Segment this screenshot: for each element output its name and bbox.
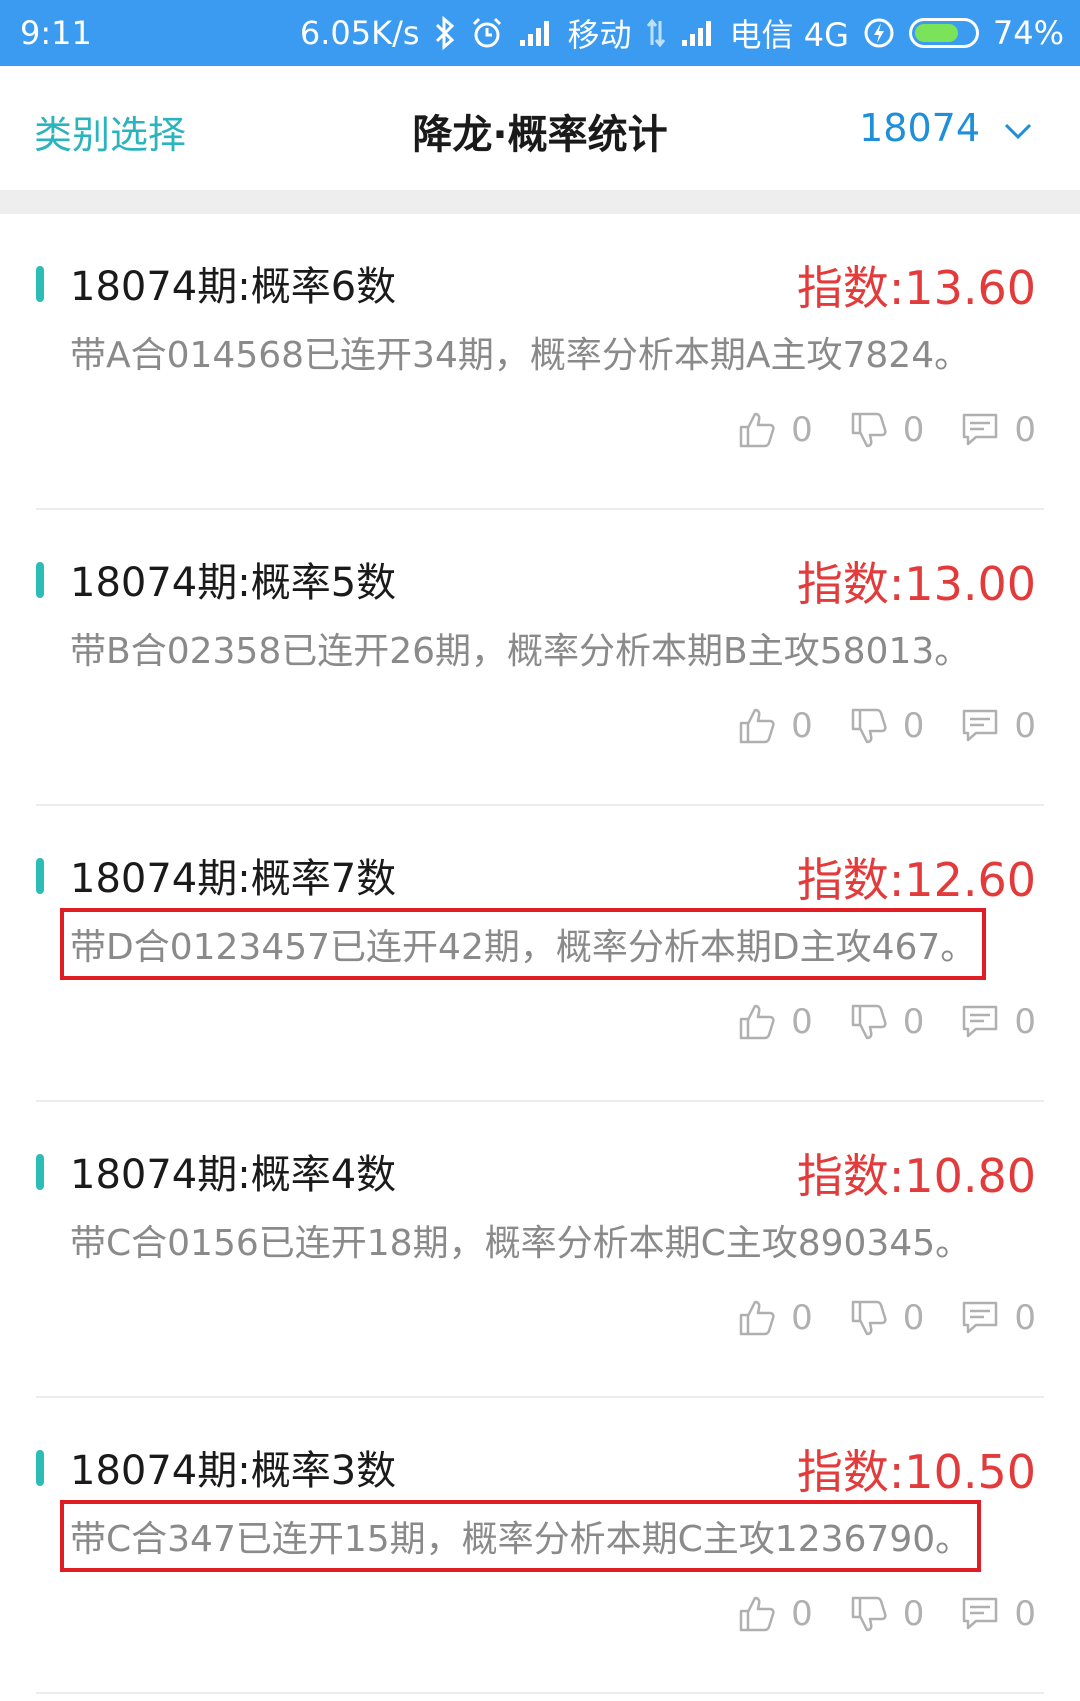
comment-button[interactable]: 0 [960,1298,1036,1338]
item-title: 18074期:概率5数 [70,560,397,606]
thumbs-up-icon [739,1300,775,1336]
dislike-count: 0 [902,706,925,746]
item-index: 指数:13.00 [796,557,1036,611]
dislike-button[interactable]: 0 [849,1594,925,1634]
data-arrows-icon [646,15,666,51]
status-time: 9:11 [20,14,92,52]
carrier-2: 电信 4G [729,16,849,54]
thumbs-up-icon [739,708,775,744]
like-count: 0 [791,1298,813,1338]
thumbs-down-icon [851,1004,887,1040]
comment-button[interactable]: 0 [960,706,1036,746]
dislike-count: 0 [902,1002,925,1042]
comment-count: 0 [1014,410,1036,450]
item-description: 带A合014568已连开34期，概率分析本期A主攻7824。 [70,335,971,376]
like-count: 0 [791,706,813,746]
item-index: 指数:12.60 [796,853,1036,907]
comment-count: 0 [1014,1002,1036,1042]
item-index: 指数:13.60 [796,261,1036,315]
item-description: 带C合347已连开15期，概率分析本期C主攻1236790。 [59,1500,982,1572]
header-divider [0,190,1080,214]
thumbs-up-icon [739,412,775,448]
item-accent-bar [36,266,44,302]
item-actions: 0 0 0 [737,1298,1036,1338]
item-accent-bar [36,1450,44,1486]
thumbs-down-icon [851,708,887,744]
list-item[interactable]: 18074期:概率3数 指数:10.50 带C合347已连开15期，概率分析本期… [36,1398,1044,1694]
alarm-icon [470,15,504,51]
list-item[interactable]: 18074期:概率6数 指数:13.60 带A合014568已连开34期，概率分… [36,214,1044,510]
like-count: 0 [791,1594,813,1634]
thumbs-up-icon [739,1004,775,1040]
list-item[interactable]: 18074期:概率4数 指数:10.80 带C合0156已连开18期，概率分析本… [36,1102,1044,1398]
comment-button[interactable]: 0 [960,410,1036,450]
period-value: 18074 [859,106,980,150]
comment-count: 0 [1014,706,1036,746]
item-description: 带C合0156已连开18期，概率分析本期C主攻890345。 [70,1223,972,1264]
dislike-button[interactable]: 0 [849,706,925,746]
period-dropdown[interactable]: 18074 [859,106,1032,150]
probability-list: 18074期:概率6数 指数:13.60 带A合014568已连开34期，概率分… [0,214,1080,1694]
bluetooth-icon [434,15,456,51]
dislike-count: 0 [902,1594,925,1634]
signal-icon [680,15,716,51]
comment-button[interactable]: 0 [960,1002,1036,1042]
dislike-button[interactable]: 0 [849,410,925,450]
battery-percent: 74% [992,14,1064,52]
thumbs-up-icon [739,1596,775,1632]
item-title: 18074期:概率6数 [70,264,397,310]
item-accent-bar [36,1154,44,1190]
dislike-count: 0 [902,1298,925,1338]
chevron-down-icon [1004,106,1032,150]
item-title: 18074期:概率4数 [70,1152,397,1198]
network-speed: 6.05K/s [299,14,420,52]
comment-icon [963,1301,998,1334]
like-button[interactable]: 0 [737,1594,813,1634]
item-title: 18074期:概率7数 [70,856,397,902]
app-header: 类别选择 降龙·概率统计 18074 [0,66,1080,190]
like-button[interactable]: 0 [737,1002,813,1042]
like-button[interactable]: 0 [737,1298,813,1338]
item-actions: 0 0 0 [737,1002,1036,1042]
item-actions: 0 0 0 [737,706,1036,746]
like-count: 0 [791,1002,813,1042]
battery-level [914,24,958,42]
item-title: 18074期:概率3数 [70,1448,397,1494]
status-bar: 9:11 6.05K/s 移动 电信 4G 74% [0,0,1080,66]
item-actions: 0 0 0 [737,410,1036,450]
charging-icon [863,15,895,51]
dislike-count: 0 [902,410,925,450]
dislike-button[interactable]: 0 [849,1298,925,1338]
dislike-button[interactable]: 0 [849,1002,925,1042]
thumbs-down-icon [851,1300,887,1336]
carrier-1: 移动 [567,16,632,54]
item-accent-bar [36,858,44,894]
comment-icon [963,1005,998,1038]
battery-icon [908,18,979,48]
list-item[interactable]: 18074期:概率7数 指数:12.60 带D合0123457已连开42期，概率… [36,806,1044,1102]
like-button[interactable]: 0 [737,706,813,746]
thumbs-down-icon [851,1596,887,1632]
like-count: 0 [791,410,813,450]
comment-icon [963,709,998,742]
list-item[interactable]: 18074期:概率5数 指数:13.00 带B合02358已连开26期，概率分析… [36,510,1044,806]
comment-icon [963,1597,998,1630]
comment-count: 0 [1014,1298,1036,1338]
item-description: 带D合0123457已连开42期，概率分析本期D主攻467。 [59,908,987,980]
item-index: 指数:10.50 [796,1445,1036,1499]
comment-icon [963,413,998,446]
item-actions: 0 0 0 [737,1594,1036,1634]
item-description: 带B合02358已连开26期，概率分析本期B主攻58013。 [70,631,971,672]
comment-button[interactable]: 0 [960,1594,1036,1634]
item-accent-bar [36,562,44,598]
comment-count: 0 [1014,1594,1036,1634]
signal-icon [518,15,554,51]
like-button[interactable]: 0 [737,410,813,450]
item-index: 指数:10.80 [796,1149,1036,1203]
thumbs-down-icon [851,412,887,448]
